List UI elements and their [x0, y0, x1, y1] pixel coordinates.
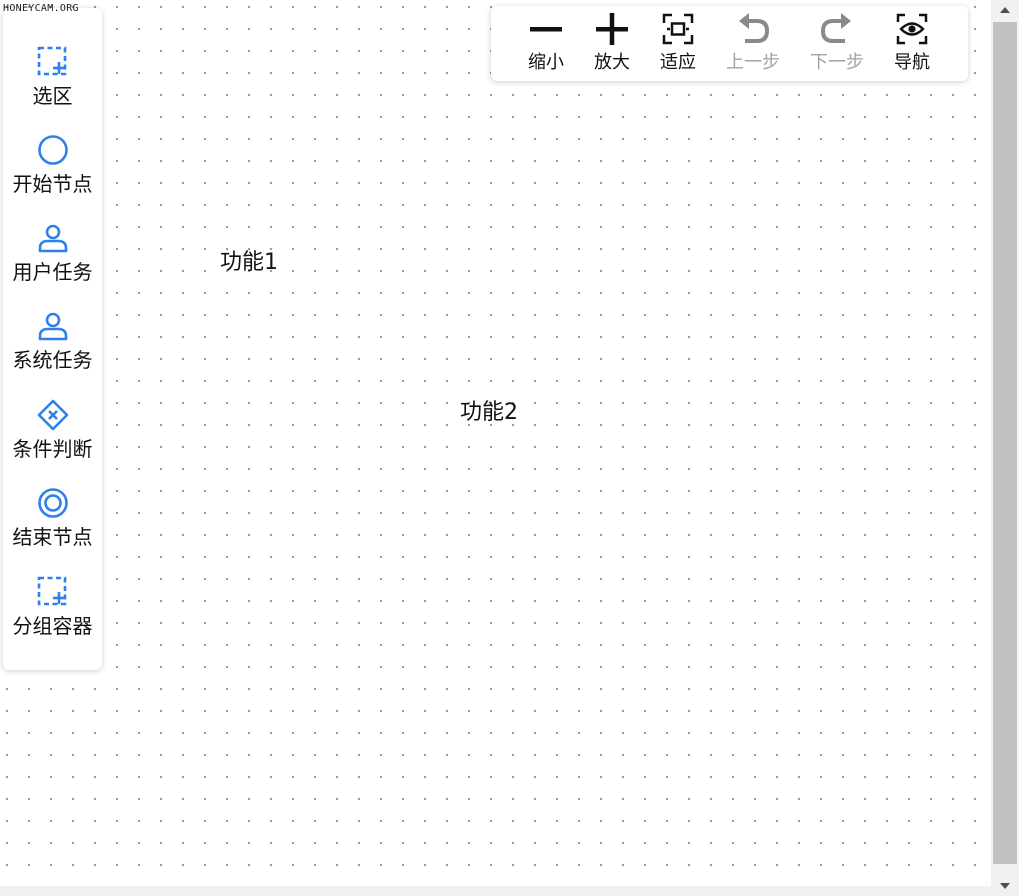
palette-item-label: 分组容器: [12, 614, 93, 638]
navigator-button[interactable]: 导航: [879, 6, 945, 81]
fit-button[interactable]: 适应: [645, 6, 711, 81]
palette-item-label: 结束节点: [12, 525, 93, 549]
circle-icon: [38, 135, 68, 165]
eye-icon: [896, 13, 928, 45]
zoom-out-label: 缩小: [528, 52, 564, 73]
palette-item-label: 用户任务: [12, 260, 93, 284]
fit-label: 适应: [660, 52, 696, 73]
watermark: HONEYCAM.ORG: [3, 3, 79, 14]
palette-item-group-container[interactable]: 分组容器: [3, 576, 102, 662]
dashed-select-plus-icon: [37, 576, 67, 606]
user-icon: [38, 312, 68, 341]
undo-button[interactable]: 上一步: [711, 6, 795, 81]
scroll-up-arrow-icon[interactable]: [991, 0, 1019, 20]
zoom-out-button[interactable]: 缩小: [513, 6, 579, 81]
scrollbar-thumb[interactable]: [993, 22, 1017, 864]
palette-item-label: 系统任务: [12, 348, 93, 372]
palette-item-label: 选区: [32, 84, 73, 108]
redo-label: 下一步: [810, 52, 864, 73]
node-palette: 选区 开始节点 用户任务 系统任务 条件判断 结束节点 分组容器: [3, 8, 102, 670]
navigator-label: 导航: [894, 52, 930, 73]
plus-icon: [596, 13, 628, 45]
palette-item-label: 条件判断: [12, 437, 93, 461]
undo-icon: [739, 13, 770, 43]
zoom-in-label: 放大: [594, 52, 630, 73]
palette-item-condition[interactable]: 条件判断: [3, 399, 102, 485]
toolbar: 缩小 放大 适应 上一步 下一步 导航: [491, 6, 968, 81]
palette-item-system-task[interactable]: 系统任务: [3, 310, 102, 396]
canvas-node-label-1[interactable]: 功能1: [220, 250, 278, 276]
horizontal-scrollbar[interactable]: [0, 886, 991, 896]
undo-label: 上一步: [726, 52, 780, 73]
palette-item-end-node[interactable]: 结束节点: [3, 487, 102, 573]
minus-icon: [530, 27, 562, 32]
scroll-down-arrow-icon[interactable]: [991, 876, 1019, 896]
double-circle-icon: [38, 488, 68, 518]
user-icon: [38, 224, 68, 253]
palette-item-label: 开始节点: [12, 172, 93, 196]
redo-button[interactable]: 下一步: [795, 6, 879, 81]
palette-item-start-node[interactable]: 开始节点: [3, 134, 102, 220]
diamond-x-icon: [37, 399, 69, 431]
canvas-node-label-2[interactable]: 功能2: [460, 400, 518, 426]
vertical-scrollbar[interactable]: [991, 0, 1019, 896]
palette-item-select-area[interactable]: 选区: [3, 46, 102, 132]
redo-icon: [820, 13, 851, 43]
palette-item-user-task[interactable]: 用户任务: [3, 222, 102, 308]
dashed-select-plus-icon: [37, 46, 67, 76]
fit-screen-icon: [662, 13, 694, 45]
zoom-in-button[interactable]: 放大: [579, 6, 645, 81]
diagram-canvas[interactable]: 功能1 功能2: [0, 0, 991, 886]
